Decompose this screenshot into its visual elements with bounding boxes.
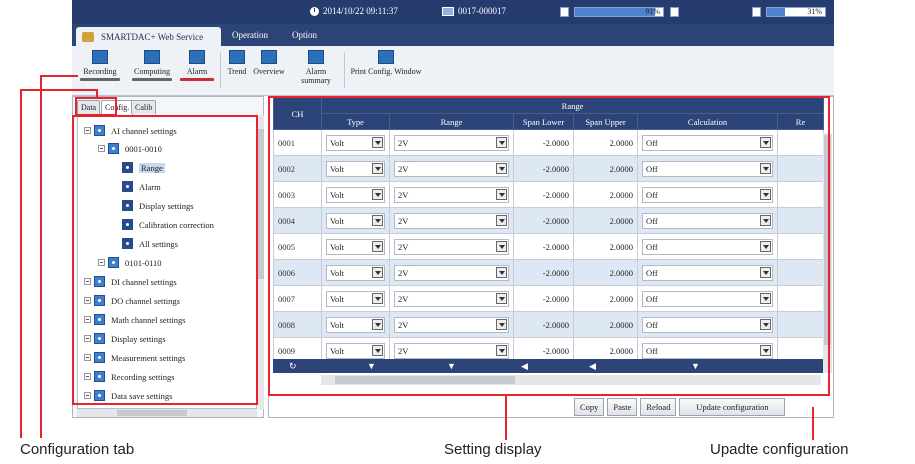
paste-button[interactable]: Paste: [607, 398, 638, 416]
alarm-button[interactable]: Alarm: [180, 50, 214, 81]
media-icon: [670, 7, 679, 17]
callout-line: [40, 75, 78, 77]
toolbar-divider: [220, 52, 221, 88]
alarm-icon: [189, 50, 205, 64]
alarm-summary-label: Alarm summary: [301, 67, 331, 85]
caption-setting-display: Setting display: [444, 441, 542, 458]
alarm-summary-button[interactable]: Alarm summary: [290, 50, 342, 85]
callout-line: [20, 89, 22, 438]
recording-indicator: [80, 78, 120, 81]
caption-configuration-tab: Configuration tab: [20, 441, 135, 458]
overview-icon: [261, 50, 277, 64]
storage-icon: [752, 7, 761, 17]
toolbar: Recording Computing Alarm Trend Overview…: [72, 46, 834, 96]
trend-button[interactable]: Trend: [224, 50, 250, 76]
menu-bar: SMARTDAC+ Web Service Operation Option: [72, 24, 834, 46]
tree-vertical-scrollbar[interactable]: [258, 115, 264, 409]
memory-meter-pct: 91%: [645, 7, 660, 16]
overview-label: Overview: [253, 67, 285, 76]
print-config-label: Print Config. Window: [350, 67, 422, 76]
callout-box-setting-display: [268, 96, 830, 396]
recording-button[interactable]: Recording: [80, 50, 120, 81]
storage-meter-fill: [767, 8, 785, 16]
callout-line: [505, 396, 507, 440]
trend-icon: [229, 50, 245, 64]
computing-icon: [144, 50, 160, 64]
menu-option[interactable]: Option: [292, 30, 317, 40]
computing-label: Computing: [133, 67, 170, 76]
overview-button[interactable]: Overview: [252, 50, 286, 76]
callout-line: [20, 89, 96, 91]
recording-label: Recording: [83, 67, 117, 76]
reload-button[interactable]: Reload: [640, 398, 677, 416]
alarm-summary-icon: [308, 50, 324, 64]
action-buttons: Copy Paste Reload Update configuration: [574, 398, 786, 416]
app-tab[interactable]: SMARTDAC+ Web Service: [76, 27, 221, 46]
caption-update-configuration: Upadte configuration: [710, 441, 849, 458]
tab-calib[interactable]: Calib: [131, 100, 157, 114]
callout-line: [812, 407, 814, 440]
device-id-display: 0017-000017: [442, 6, 506, 16]
alarm-label: Alarm: [186, 67, 208, 76]
storage-meter-pct: 31%: [807, 7, 822, 16]
menu-operation[interactable]: Operation: [232, 30, 268, 40]
trend-label: Trend: [227, 67, 247, 76]
datetime-display: 2014/10/22 09:11:37: [310, 6, 398, 16]
alarm-indicator: [180, 78, 214, 81]
storage-meter: 31%: [766, 7, 826, 17]
update-configuration-button[interactable]: Update configuration: [679, 398, 786, 416]
tree-horizontal-scrollbar[interactable]: [77, 409, 257, 417]
datetime-text: 2014/10/22 09:11:37: [323, 6, 398, 16]
recording-icon: [92, 50, 108, 64]
callout-box-config-tab: [75, 97, 117, 116]
callout-line: [40, 75, 42, 438]
scroll-thumb[interactable]: [258, 129, 264, 279]
app-tab-label: SMARTDAC+ Web Service: [101, 31, 204, 42]
toolbar-divider: [344, 52, 345, 88]
device-icon: [442, 6, 454, 16]
computing-button[interactable]: Computing: [132, 50, 172, 81]
printer-icon: [378, 50, 394, 64]
app-logo-icon: [82, 31, 94, 42]
callout-box-tree: [72, 115, 258, 405]
memory-icon: [560, 7, 569, 17]
callout-line: [96, 89, 98, 98]
status-bar: 2014/10/22 09:11:37 0017-000017 91% 31%: [72, 0, 834, 24]
memory-meter-fill: [575, 8, 656, 16]
computing-indicator: [132, 78, 172, 81]
clock-icon: [310, 6, 319, 16]
copy-button[interactable]: Copy: [574, 398, 605, 416]
scroll-thumb[interactable]: [117, 410, 187, 416]
device-id-text: 0017-000017: [458, 6, 506, 16]
print-config-button[interactable]: Print Config. Window: [348, 50, 424, 76]
memory-meter: 91%: [574, 7, 664, 17]
